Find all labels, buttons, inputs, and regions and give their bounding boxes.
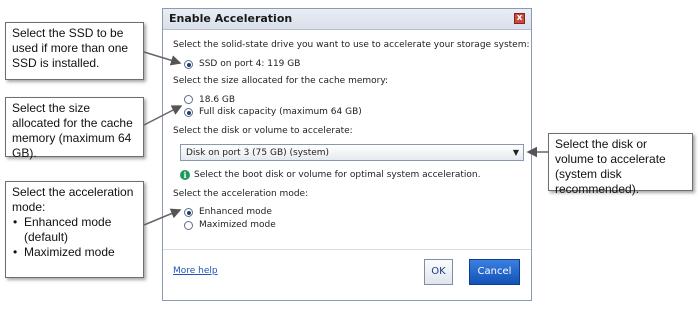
ssd-prompt: Select the solid-state drive you want to… (173, 40, 530, 50)
size-radio-full-disk[interactable] (184, 108, 193, 117)
title-bar: Enable Acceleration x (163, 9, 531, 30)
ssd-option-label: SSD on port 4: 119 GB (199, 59, 301, 69)
enable-acceleration-dialog: Enable Acceleration x Select the solid-s… (162, 8, 532, 301)
chevron-down-icon: ▼ (512, 148, 519, 157)
callout-mode-title: Select the acceleration mode: (12, 185, 134, 214)
callout-ssd-text: Select the SSD to be used if more than o… (12, 26, 129, 70)
size-option-label: 18.6 GB (199, 95, 236, 105)
more-help-link[interactable]: More help (173, 266, 218, 276)
size-option-label: Full disk capacity (maximum 64 GB) (199, 107, 362, 117)
callout-mode-item: Maximized mode (12, 245, 137, 260)
callout-ssd: Select the SSD to be used if more than o… (5, 22, 144, 80)
mode-option-label: Enhanced mode (199, 207, 272, 217)
ok-button[interactable]: OK (424, 259, 453, 285)
ssd-radio[interactable] (184, 60, 193, 69)
info-icon: i (180, 170, 190, 180)
mode-radio-maximized[interactable] (184, 221, 193, 230)
callout-volume-text: Select the disk or volume to accelerate … (555, 137, 666, 196)
callout-cache-size: Select the size allocated for the cache … (5, 97, 144, 160)
callout-acceleration-mode: Select the acceleration mode: Enhanced m… (5, 181, 144, 278)
volume-dropdown-value: Disk on port 3 (75 GB) (system) (186, 148, 330, 158)
volume-prompt: Select the disk or volume to accelerate: (173, 126, 353, 136)
volume-dropdown[interactable]: Disk on port 3 (75 GB) (system) ▼ (180, 144, 524, 161)
close-icon[interactable]: x (514, 13, 525, 24)
cancel-button[interactable]: Cancel (469, 259, 520, 285)
callout-cache-size-text: Select the size allocated for the cache … (12, 101, 133, 160)
mode-prompt: Select the acceleration mode: (173, 189, 309, 199)
mode-radio-enhanced[interactable] (184, 208, 193, 217)
cache-size-prompt: Select the size allocated for the cache … (173, 76, 389, 86)
callout-mode-list: Enhanced mode (default) Maximized mode (12, 215, 137, 260)
size-radio-18-6gb[interactable] (184, 95, 193, 104)
dialog-title: Enable Acceleration (169, 12, 293, 25)
callout-mode-item: Enhanced mode (default) (12, 215, 137, 245)
footer-divider (163, 249, 531, 250)
callout-volume: Select the disk or volume to accelerate … (548, 133, 693, 196)
mode-option-label: Maximized mode (199, 220, 276, 230)
info-text: Select the boot disk or volume for optim… (194, 170, 481, 180)
